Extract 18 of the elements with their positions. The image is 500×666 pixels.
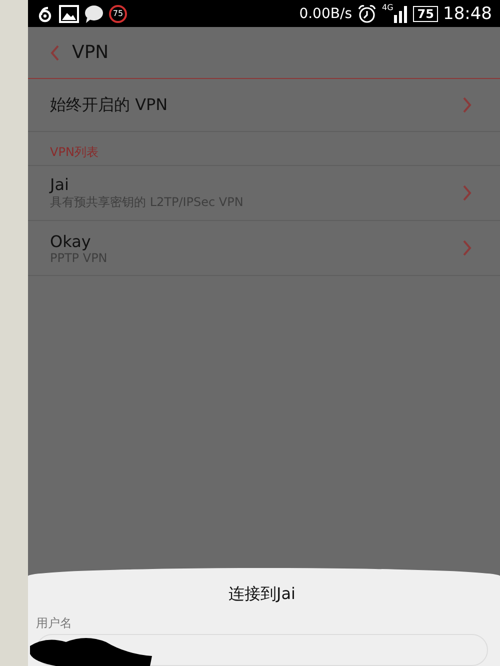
notification-badge: 75: [109, 4, 127, 22]
section-title: VPN列表: [50, 144, 98, 161]
image-icon: [59, 4, 79, 22]
signal-icon: [394, 4, 408, 22]
alarm-clock-icon: [357, 4, 377, 24]
chat-bubble-icon: [84, 4, 104, 22]
clock: 18:48: [443, 4, 492, 24]
network-speed: 0.00B/s: [299, 6, 352, 22]
dialog-title: 连接到Jai: [228, 584, 296, 603]
network-type: 4G: [382, 3, 394, 12]
list-item[interactable]: 始终开启的 VPN: [28, 79, 500, 132]
field-label: 用户名: [36, 615, 73, 632]
swirl-icon: [36, 4, 54, 22]
chevron-icon: [462, 97, 472, 113]
chevron-icon: [462, 240, 472, 256]
screen-title: VPN: [72, 42, 109, 63]
battery-indicator: 75: [413, 6, 438, 22]
chevron-icon: [462, 185, 472, 201]
